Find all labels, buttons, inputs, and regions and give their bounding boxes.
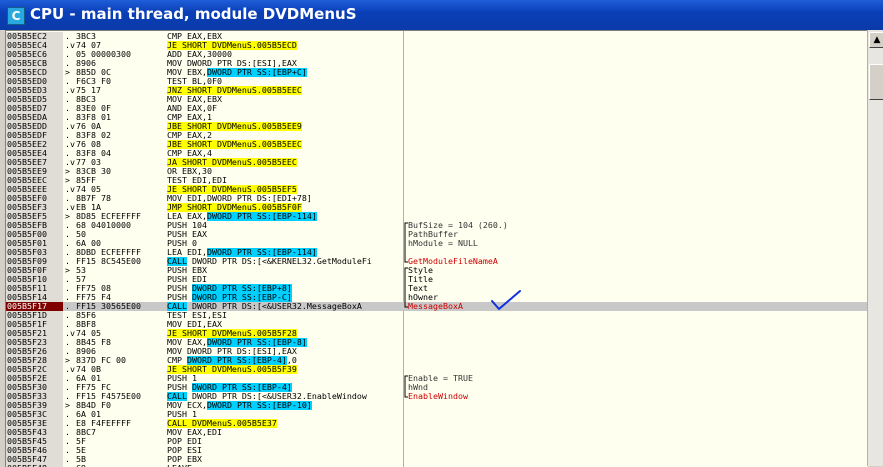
title-bar[interactable]: C CPU - main thread, module DVDMenuS <box>0 0 883 30</box>
vertical-scrollbar[interactable]: ▲ <box>867 30 883 466</box>
call-bracket-lines <box>404 222 408 398</box>
handwritten-checkmark-icon <box>491 290 521 310</box>
argument-bracket <box>404 222 408 263</box>
argument-bracket <box>404 375 408 398</box>
scroll-thumb[interactable] <box>869 64 883 100</box>
app-icon: C <box>7 7 25 25</box>
scroll-up-arrow-icon[interactable]: ▲ <box>869 32 883 48</box>
window-title: CPU - main thread, module DVDMenuS <box>30 5 357 23</box>
argument-bracket <box>404 267 408 308</box>
disassembly-pane[interactable]: 005B5EC2. 3BC3 CMP EAX,EBX 005B5EC4 .v 74 07 J… <box>5 30 868 467</box>
